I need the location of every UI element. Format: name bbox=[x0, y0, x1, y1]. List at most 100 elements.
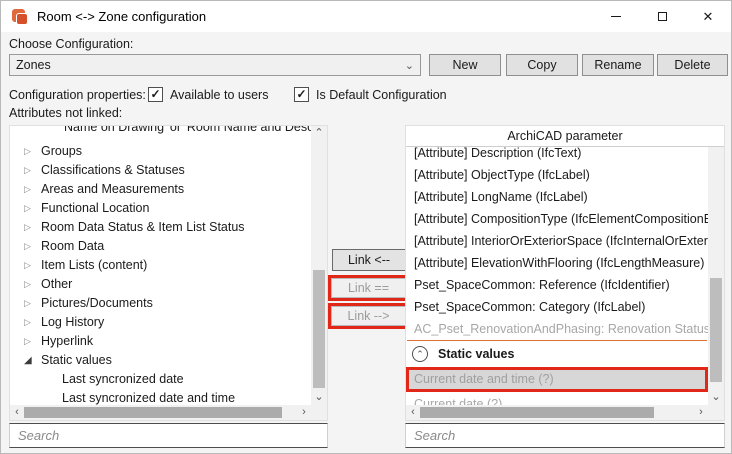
parameter-item[interactable]: [Attribute] ObjectType (IfcLabel) bbox=[406, 164, 708, 186]
scroll-down-icon[interactable]: ⌄ bbox=[311, 390, 327, 405]
parameter-item[interactable]: Pset_SpaceCommon: Category (IfcLabel) bbox=[406, 296, 708, 318]
rename-button[interactable]: Rename bbox=[582, 54, 654, 76]
tree-item-label: Last syncronized date bbox=[62, 370, 184, 389]
tree-item-label: Pictures/Documents bbox=[41, 294, 153, 313]
scroll-up-icon[interactable]: ⌃ bbox=[311, 126, 327, 141]
annotation-box-link-equal: Link == bbox=[328, 275, 409, 301]
expander-icon[interactable]: ▷ bbox=[24, 180, 31, 199]
parameter-item[interactable]: [Attribute] LongName (IfcLabel) bbox=[406, 186, 708, 208]
tree-item-areas[interactable]: ▷ Areas and Measurements bbox=[10, 180, 311, 199]
tree-item-static-values[interactable]: ◢ Static values bbox=[10, 351, 311, 370]
expander-icon[interactable]: ▷ bbox=[24, 332, 31, 351]
attributes-search-box bbox=[9, 423, 328, 448]
tree-item-label: Room Data Status & Item List Status bbox=[41, 218, 245, 237]
scrollbar-thumb[interactable] bbox=[24, 407, 282, 418]
expander-icon[interactable]: ◢ bbox=[24, 351, 32, 370]
is-default-configuration-checkbox[interactable]: ✓ bbox=[294, 87, 309, 102]
tree-item-label: Areas and Measurements bbox=[41, 180, 184, 199]
expander-icon[interactable]: ▷ bbox=[24, 199, 31, 218]
title-bar: Room <-> Zone configuration ✕ bbox=[1, 1, 731, 32]
link-equal-button[interactable]: Link == bbox=[331, 278, 406, 298]
configuration-properties-label: Configuration properties: bbox=[9, 88, 146, 102]
static-values-section-header[interactable]: ⌃ Static values bbox=[406, 341, 708, 367]
available-to-users-label[interactable]: Available to users bbox=[170, 88, 268, 102]
tree-item-functional-location[interactable]: ▷ Functional Location bbox=[10, 199, 311, 218]
tree-item-label: Room Data bbox=[41, 237, 104, 256]
expander-icon[interactable]: ▷ bbox=[24, 256, 31, 275]
tree-item-last-syncronized-date-time[interactable]: Last syncronized date and time bbox=[10, 389, 311, 405]
parameter-item-current-date[interactable]: Current date (?) bbox=[406, 394, 708, 405]
parameter-list-header: ArchiCAD parameter bbox=[406, 126, 724, 147]
parameters-search-box bbox=[405, 423, 725, 448]
tree-item-groups[interactable]: ▷ Groups bbox=[10, 142, 311, 161]
expander-icon[interactable]: ▷ bbox=[24, 161, 31, 180]
delete-button[interactable]: Delete bbox=[657, 54, 728, 76]
attributes-not-linked-label: Attributes not linked: bbox=[9, 106, 122, 120]
check-icon: ✓ bbox=[150, 87, 160, 101]
archicad-parameter-panel: ArchiCAD parameter [Attribute] Descripti… bbox=[405, 125, 725, 421]
parameter-item[interactable]: [Attribute] Description (IfcText) bbox=[406, 147, 708, 164]
tree-item-log-history[interactable]: ▷ Log History bbox=[10, 313, 311, 332]
link-right-button[interactable]: Link --> bbox=[331, 306, 406, 326]
tree-item-label: Other bbox=[41, 275, 72, 294]
tree-item-item-lists[interactable]: ▷ Item Lists (content) bbox=[10, 256, 311, 275]
horizontal-scrollbar[interactable]: ‹ › bbox=[406, 405, 708, 420]
parameter-item[interactable]: Pset_SpaceCommon: Reference (IfcIdentifi… bbox=[406, 274, 708, 296]
choose-configuration-label: Choose Configuration: bbox=[9, 37, 133, 51]
maximize-button[interactable] bbox=[639, 1, 685, 32]
scroll-left-icon[interactable]: ‹ bbox=[10, 405, 24, 420]
tree-item-room-data-status[interactable]: ▷ Room Data Status & Item List Status bbox=[10, 218, 311, 237]
tree-item-label: Last syncronized date and time bbox=[62, 389, 235, 405]
parameter-item-current-date-time[interactable]: Current date and time (?) bbox=[406, 367, 708, 392]
scroll-down-icon[interactable]: ⌄ bbox=[708, 390, 724, 405]
scrollbar-thumb[interactable] bbox=[710, 278, 722, 382]
expander-icon[interactable]: ▷ bbox=[24, 142, 31, 161]
parameter-item[interactable]: [Attribute] InteriorOrExteriorSpace (Ifc… bbox=[406, 230, 708, 252]
close-button[interactable]: ✕ bbox=[685, 1, 731, 32]
new-button[interactable]: New bbox=[429, 54, 501, 76]
tree-item-other[interactable]: ▷ Other bbox=[10, 275, 311, 294]
minimize-button[interactable] bbox=[593, 1, 639, 32]
window-title: Room <-> Zone configuration bbox=[37, 9, 206, 24]
expander-icon[interactable]: ▷ bbox=[24, 275, 31, 294]
available-to-users-checkbox[interactable]: ✓ bbox=[148, 87, 163, 102]
configuration-dropdown-value: Zones bbox=[16, 58, 51, 72]
is-default-configuration-label[interactable]: Is Default Configuration bbox=[316, 88, 447, 102]
collapse-section-icon[interactable]: ⌃ bbox=[412, 346, 428, 362]
app-icon bbox=[12, 9, 28, 25]
expander-icon[interactable]: ▷ bbox=[24, 237, 31, 256]
scroll-right-icon[interactable]: › bbox=[694, 405, 708, 420]
scroll-left-icon[interactable]: ‹ bbox=[406, 405, 420, 420]
vertical-scrollbar[interactable]: ⌃ ⌄ bbox=[311, 126, 327, 405]
scrollbar-thumb[interactable] bbox=[420, 407, 654, 418]
tree-item-pictures-documents[interactable]: ▷ Pictures/Documents bbox=[10, 294, 311, 313]
parameter-item-disabled[interactable]: AC_Pset_RenovationAndPhasing: Renovation… bbox=[406, 318, 708, 340]
scroll-right-icon[interactable]: › bbox=[297, 405, 311, 420]
tree-item-classifications[interactable]: ▷ Classifications & Statuses bbox=[10, 161, 311, 180]
tree-item-label: Static values bbox=[41, 351, 112, 370]
minimize-icon bbox=[611, 16, 621, 17]
vertical-scrollbar[interactable]: ⌃ ⌄ bbox=[708, 126, 724, 405]
room-zone-configuration-dialog: Room <-> Zone configuration ✕ Choose Con… bbox=[0, 0, 732, 454]
copy-button[interactable]: Copy bbox=[506, 54, 578, 76]
close-icon: ✕ bbox=[703, 9, 714, 25]
annotation-box-link-right: Link --> bbox=[328, 303, 409, 329]
expander-icon[interactable]: ▷ bbox=[24, 218, 31, 237]
scrollbar-thumb[interactable] bbox=[313, 270, 325, 388]
chevron-down-icon: ⌄ bbox=[405, 59, 414, 72]
tree-item-last-syncronized-date[interactable]: Last syncronized date bbox=[10, 370, 311, 389]
tree-item-hyperlink[interactable]: ▷ Hyperlink bbox=[10, 332, 311, 351]
search-input[interactable] bbox=[10, 424, 327, 447]
horizontal-scrollbar[interactable]: ‹ › bbox=[10, 405, 311, 420]
tree-item-clipped[interactable]: Name on Drawing' or 'Room Name and Descr… bbox=[10, 126, 311, 142]
expander-icon[interactable]: ▷ bbox=[24, 313, 31, 332]
parameter-item[interactable]: [Attribute] CompositionType (IfcElementC… bbox=[406, 208, 708, 230]
expander-icon[interactable]: ▷ bbox=[24, 294, 31, 313]
maximize-icon bbox=[658, 12, 667, 21]
configuration-dropdown[interactable]: Zones ⌄ bbox=[9, 54, 421, 76]
tree-item-room-data[interactable]: ▷ Room Data bbox=[10, 237, 311, 256]
link-left-button[interactable]: Link <-- bbox=[332, 249, 406, 271]
parameter-item[interactable]: [Attribute] ElevationWithFlooring (IfcLe… bbox=[406, 252, 708, 274]
search-input[interactable] bbox=[406, 424, 724, 447]
tree-item-label: Classifications & Statuses bbox=[41, 161, 185, 180]
